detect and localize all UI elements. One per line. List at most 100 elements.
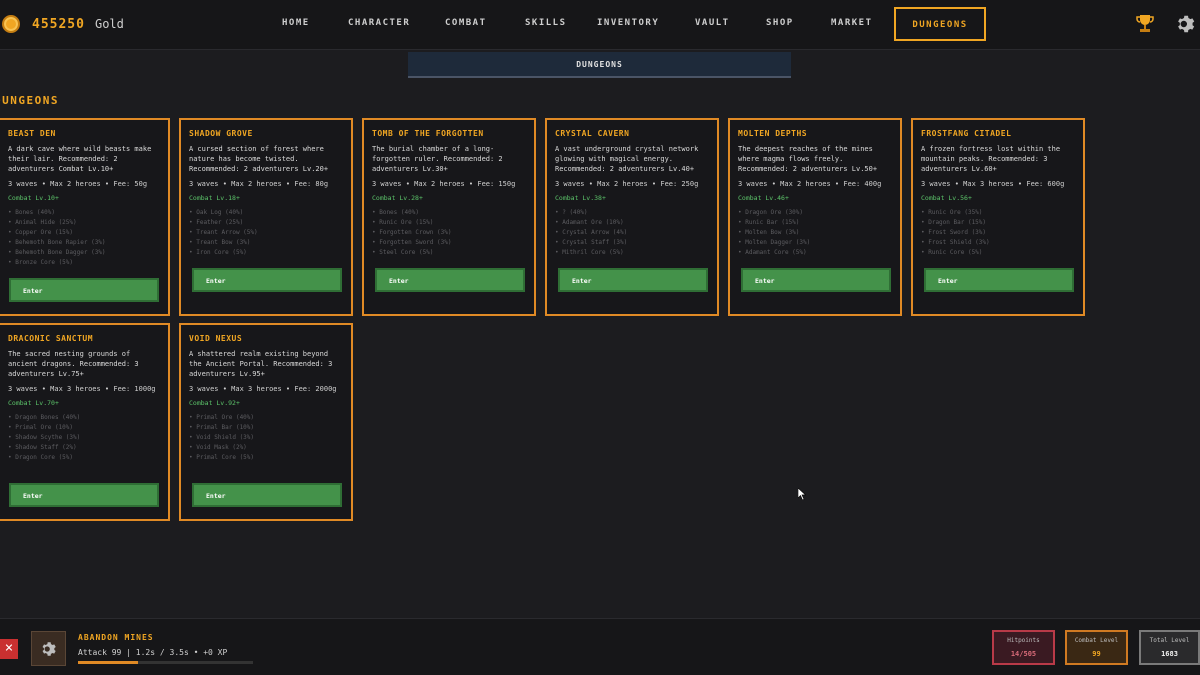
loot-item: • Forgotten Sword (3%) [372, 239, 452, 246]
action-progress-bar [78, 661, 253, 664]
enter-button[interactable]: Enter [741, 268, 891, 292]
loot-item: • Dragon Bones (40%) [8, 414, 81, 421]
dungeon-requirement: Combat Lv.46+ [738, 194, 789, 202]
loot-list: • Dragon Bones (40%) • Primal Ore (10%) • … [8, 413, 160, 463]
dungeon-description: The sacred nesting grounds of ancient dr… [8, 350, 139, 378]
nav-home[interactable]: HOME [282, 18, 310, 28]
dungeon-requirement: Combat Lv.92+ [189, 399, 240, 407]
current-action-name: ABANDON MINES [78, 633, 154, 642]
close-button[interactable]: × [0, 639, 18, 659]
loot-item: • Treant Bow (3%) [189, 239, 251, 246]
loot-item: • Mithril Core (5%) [555, 249, 624, 256]
dungeon-requirement: Combat Lv.18+ [189, 194, 240, 202]
loot-item: • Runic Ore (15%) [372, 219, 434, 226]
top-bar: 455250 Gold HOME CHARACTER COMBAT SKILLS… [0, 0, 1200, 50]
dungeon-card: CRYSTAL CAVERN A vast underground crystal… [545, 118, 719, 316]
enter-button[interactable]: Enter [558, 268, 708, 292]
dungeon-card: VOID NEXUS A shattered realm existing bey… [179, 323, 353, 521]
combat-level-label: Combat Level [1074, 637, 1119, 644]
loot-item: • Adamant Ore (10%) [555, 219, 624, 226]
action-gear-icon [42, 642, 56, 656]
loot-item: • Bones (40%) [8, 209, 55, 216]
dungeon-info: 3 waves • Max 2 heroes • Fee: 250g [555, 180, 699, 188]
combat-level-value: 99 [1092, 650, 1101, 658]
loot-item: • Feather (25%) [189, 219, 244, 226]
main-nav: HOME CHARACTER COMBAT SKILLS INVENTORY V… [0, 0, 1200, 50]
loot-list: • Bones (40%) • Runic Ore (15%) • Forgotte… [372, 208, 526, 258]
dungeon-requirement: Combat Lv.70+ [8, 399, 59, 407]
dungeon-requirement: Combat Lv.28+ [372, 194, 423, 202]
loot-item: • Shadow Scythe (3%) [8, 434, 81, 441]
loot-item: • Primal Ore (10%) [8, 424, 74, 431]
loot-item: • Bronze Core (5%) [8, 259, 74, 266]
dungeon-description: A vast underground crystal network glowi… [555, 145, 699, 173]
loot-list: • Runic Ore (35%) • Dragon Bar (15%) • Fro… [921, 208, 1075, 258]
trophy-icon[interactable] [1136, 14, 1154, 34]
dungeon-description: The burial chamber of a long-forgotten r… [372, 145, 503, 173]
loot-item: • Runic Core (5%) [921, 249, 983, 256]
dungeon-info: 3 waves • Max 3 heroes • Fee: 600g [921, 180, 1065, 188]
total-level-label: Total Level [1149, 637, 1190, 644]
page-title: DUNGEONS [0, 94, 59, 107]
loot-list: • ? (40%) • Adamant Ore (10%) • Crystal Ar… [555, 208, 709, 258]
loot-list: • Dragon Ore (30%) • Runic Bar (15%) • Mol… [738, 208, 892, 258]
dungeon-name: DRACONIC SANCTUM [8, 334, 94, 343]
nav-skills[interactable]: SKILLS [525, 18, 567, 28]
loot-item: • Shadow Staff (2%) [8, 444, 77, 451]
loot-item: • Adamant Core (5%) [738, 249, 807, 256]
nav-shop[interactable]: SHOP [766, 18, 794, 28]
dungeon-card: BEAST DEN A dark cave where wild beasts m… [0, 118, 170, 316]
loot-item: • Forgotten Crown (3%) [372, 229, 452, 236]
nav-dungeons[interactable]: DUNGEONS [894, 7, 986, 41]
loot-item: • Primal Ore (40%) [189, 414, 255, 421]
loot-item: • Behemoth Bone Rapier (3%) [8, 239, 106, 246]
loot-item: • Dragon Bar (15%) [921, 219, 987, 226]
action-progress-fill [78, 661, 138, 664]
enter-button[interactable]: Enter [375, 268, 525, 292]
hitpoints-box: Hitpoints 14/505 [992, 630, 1055, 665]
loot-item: • Void Mask (2%) [189, 444, 247, 451]
current-action-icon [31, 631, 66, 666]
dungeon-description: The deepest reaches of the mines where m… [738, 145, 878, 173]
loot-item: • Crystal Arrow (4%) [555, 229, 628, 236]
dungeon-name: TOMB OF THE FORGOTTEN [372, 129, 484, 138]
loot-list: • Primal Ore (40%) • Primal Bar (10%) • Vo… [189, 413, 343, 463]
dungeon-name: CRYSTAL CAVERN [555, 129, 630, 138]
hitpoints-value: 14/505 [1010, 650, 1037, 658]
dungeon-name: VOID NEXUS [189, 334, 243, 343]
enter-button[interactable]: Enter [192, 268, 342, 292]
enter-button[interactable]: Enter [9, 483, 159, 507]
tab-dungeons[interactable]: DUNGEONS [408, 52, 791, 78]
nav-combat[interactable]: COMBAT [445, 18, 487, 28]
dungeon-description: A cursed section of forest where nature … [189, 145, 329, 173]
dungeon-requirement: Combat Lv.38+ [555, 194, 606, 202]
loot-item: • Molten Dagger (3%) [738, 239, 811, 246]
loot-item: • Runic Ore (35%) [921, 209, 983, 216]
loot-list: • Oak Log (40%) • Feather (25%) • Treant A… [189, 208, 343, 258]
enter-button[interactable]: Enter [192, 483, 342, 507]
dungeon-info: 3 waves • Max 2 heroes • Fee: 400g [738, 180, 882, 188]
loot-item: • Dragon Ore (30%) [738, 209, 804, 216]
nav-character[interactable]: CHARACTER [348, 18, 410, 28]
loot-item: • Treant Arrow (5%) [189, 229, 258, 236]
loot-item: • Frost Shield (3%) [921, 239, 990, 246]
dungeon-description: A dark cave where wild beasts make their… [8, 145, 152, 173]
loot-item: • Void Shield (3%) [189, 434, 255, 441]
current-action-stats: Attack 99 | 1.2s / 3.5s • +0 XP [78, 648, 228, 657]
loot-item: • Oak Log (40%) [189, 209, 244, 216]
enter-button[interactable]: Enter [924, 268, 1074, 292]
nav-inventory[interactable]: INVENTORY [597, 18, 659, 28]
enter-button[interactable]: Enter [9, 278, 159, 302]
gear-icon[interactable] [1175, 13, 1197, 35]
loot-item: • Primal Core (5%) [189, 454, 255, 461]
dungeon-name: BEAST DEN [8, 129, 56, 138]
nav-vault[interactable]: VAULT [695, 18, 730, 28]
dungeon-description: A frozen fortress lost within the mounta… [921, 145, 1061, 173]
dungeon-info: 3 waves • Max 2 heroes • Fee: 50g [8, 180, 148, 188]
dungeon-requirement: Combat Lv.10+ [8, 194, 59, 202]
nav-market[interactable]: MARKET [831, 18, 873, 28]
dungeon-info: 3 waves • Max 3 heroes • Fee: 2000g [189, 385, 337, 393]
loot-item: • Frost Sword (3%) [921, 229, 987, 236]
combat-level-box: Combat Level 99 [1065, 630, 1128, 665]
loot-item: • Primal Bar (10%) [189, 424, 255, 431]
